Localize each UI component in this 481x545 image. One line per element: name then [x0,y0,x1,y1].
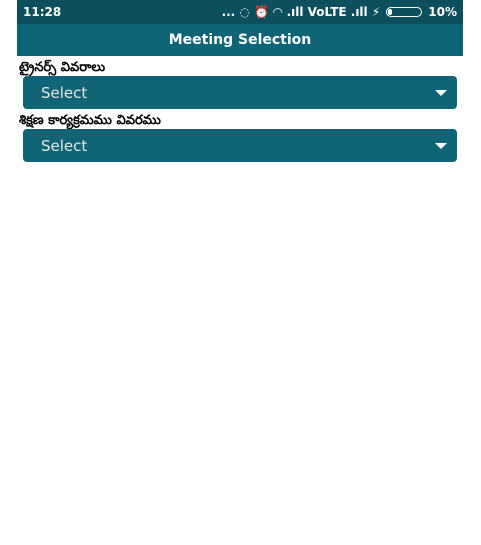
form: ట్రైనర్స్ వివరాలు Select శిక్షణ కార్యక్ర… [17,60,463,162]
training-program-label: శిక్షణ కార్యక్రమము వివరము [19,113,161,128]
app-screen: 11:28 ... ◌ ⏰ ◠ .ıll VoLTE .ıll ⚡ 10% Me… [17,0,463,545]
training-program-select-value: Select [41,136,88,155]
trainers-select-value: Select [41,83,88,102]
status-bar: 11:28 ... ◌ ⏰ ◠ .ıll VoLTE .ıll ⚡ 10% [17,0,463,24]
battery-icon [386,7,423,17]
trainers-select[interactable]: Select [23,76,457,109]
battery-percent: 10% [428,5,457,19]
status-time: 11:28 [23,5,62,19]
training-program-select[interactable]: Select [23,129,457,162]
chevron-down-icon [435,142,447,149]
trainers-details-label: ట్రైనర్స్ వివరాలు [19,60,106,75]
status-indicators: ... ◌ ⏰ ◠ .ıll VoLTE .ıll ⚡ 10% [222,5,457,19]
status-icons: ... ◌ ⏰ ◠ .ıll VoLTE .ıll ⚡ [221,5,381,19]
chevron-down-icon [435,89,447,96]
app-bar-title: Meeting Selection [168,32,312,48]
app-bar: Meeting Selection [17,24,463,56]
